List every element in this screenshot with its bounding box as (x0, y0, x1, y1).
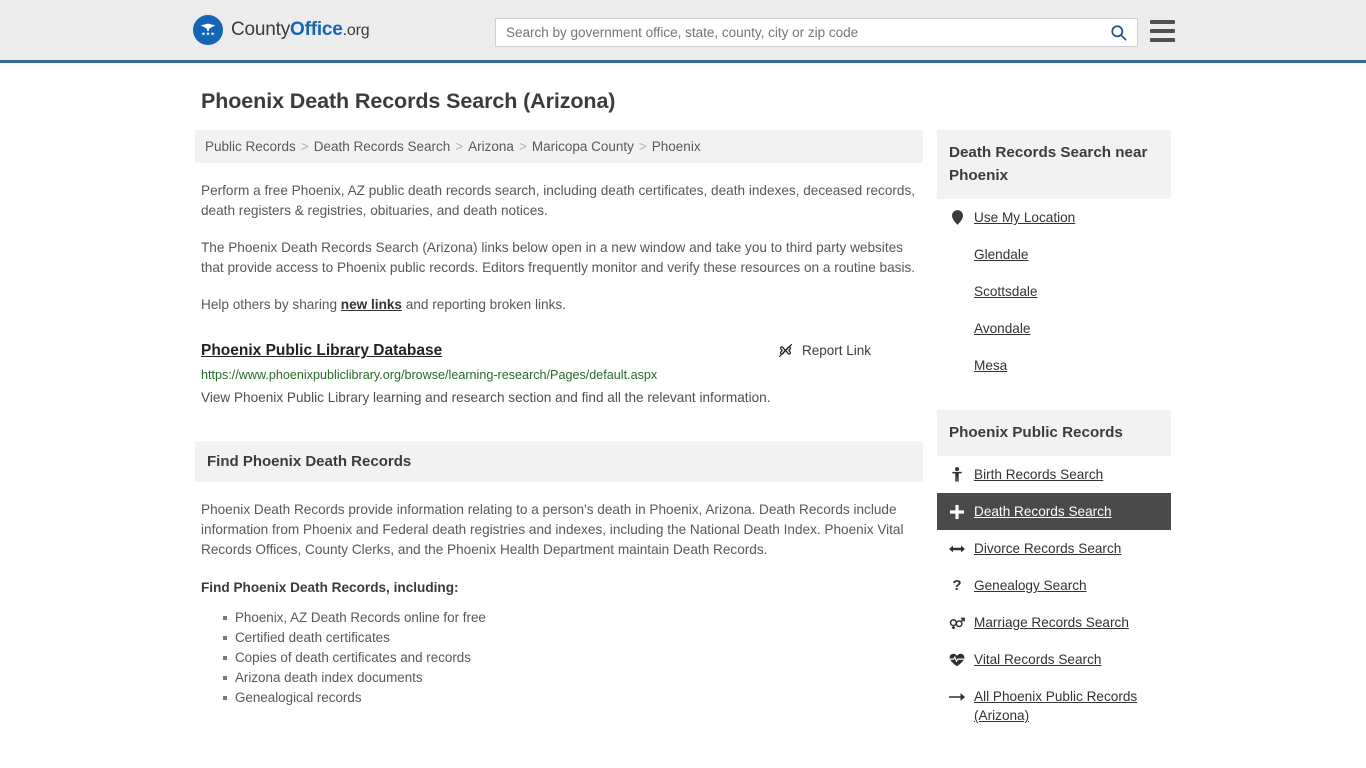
sidebar: Death Records Search near Phoenix Use My… (937, 130, 1171, 742)
sidebar-item-scottsdale[interactable]: Scottsdale (937, 273, 1171, 310)
sidebar-item-genealogy-search[interactable]: ? Genealogy Search (937, 567, 1171, 604)
list-item: Copies of death certificates and records (223, 648, 917, 668)
list-item: Genealogical records (223, 688, 917, 708)
main-column: Public Records > Death Records Search > Ariz… (195, 130, 923, 742)
breadcrumb-item-arizona[interactable]: Arizona (468, 139, 514, 154)
blank-icon-slot (949, 356, 965, 375)
sidebar-item-marriage-records-search[interactable]: Marriage Records Search (937, 604, 1171, 641)
hamburger-bar (1150, 20, 1175, 24)
sidebar-item-label: Genealogy Search (974, 578, 1087, 593)
breadcrumb-item-public-records[interactable]: Public Records (205, 139, 296, 154)
breadcrumb-item-maricopa-county[interactable]: Maricopa County (532, 139, 634, 154)
sidebar-item-label: Use My Location (974, 210, 1076, 225)
new-links-link[interactable]: new links (341, 297, 402, 312)
sidebar-item-avondale[interactable]: Avondale (937, 310, 1171, 347)
find-records-paragraph: Phoenix Death Records provide informatio… (201, 502, 904, 557)
public-records-heading: Phoenix Public Records (937, 410, 1171, 456)
find-records-body: Phoenix Death Records provide informatio… (195, 500, 923, 708)
find-records-panel: Find Phoenix Death Records Phoenix Death… (195, 441, 923, 708)
breadcrumb-item-death-records-search[interactable]: Death Records Search (314, 139, 451, 154)
find-records-subheading: Find Phoenix Death Records, including: (201, 580, 459, 595)
brand-part-org: .org (342, 22, 370, 39)
sidebar-item-label: All Phoenix Public Records (Arizona) (974, 689, 1138, 723)
find-records-bullet-list: Phoenix, AZ Death Records online for fre… (201, 608, 917, 708)
result-url: https://www.phoenixpubliclibrary.org/bro… (201, 368, 658, 382)
brand-part-county: County (231, 19, 291, 40)
intro-paragraph-2: The Phoenix Death Records Search (Arizon… (201, 240, 916, 275)
eagle-shield-logo-icon (193, 15, 223, 45)
intro-paragraph-3: Help others by sharing new links and rep… (201, 295, 917, 315)
breadcrumb-item-phoenix[interactable]: Phoenix (652, 139, 701, 154)
breadcrumb-separator: > (518, 139, 527, 154)
sidebar-item-label: Mesa (974, 358, 1008, 373)
result-title-link[interactable]: Phoenix Public Library Database (201, 342, 442, 360)
list-item: Arizona death index documents (223, 668, 917, 688)
heart-pulse-icon (949, 650, 965, 669)
breadcrumb-separator: > (455, 139, 464, 154)
public-records-box: Phoenix Public Records Birth Records Sea… (937, 410, 1171, 734)
hamburger-bar (1150, 38, 1175, 42)
search-icon (1110, 25, 1126, 41)
share-text-before: Help others by sharing (201, 297, 341, 312)
left-right-arrow-icon (949, 539, 965, 558)
search-button[interactable] (1099, 19, 1137, 46)
search-bar[interactable] (495, 18, 1138, 47)
sidebar-item-vital-records-search[interactable]: Vital Records Search (937, 641, 1171, 678)
brand-wordmark: CountyOffice.org (231, 19, 370, 41)
intro-paragraph-1: Perform a free Phoenix, AZ public death … (201, 183, 916, 218)
sidebar-item-use-my-location[interactable]: Use My Location (937, 199, 1171, 236)
sidebar-item-birth-records-search[interactable]: Birth Records Search (937, 456, 1171, 493)
list-item: Certified death certificates (223, 628, 917, 648)
content-container: Phoenix Death Records Search (Arizona) P… (195, 89, 1171, 742)
map-pin-icon (949, 208, 965, 227)
hamburger-menu-icon[interactable] (1150, 20, 1175, 42)
brand-part-office: Office (290, 19, 343, 40)
venus-mars-icon (949, 613, 965, 632)
breadcrumb-separator: > (300, 139, 309, 154)
hamburger-bar (1150, 29, 1175, 33)
search-input[interactable] (496, 19, 1099, 46)
cross-plus-icon (949, 502, 965, 521)
site-logo-link[interactable]: CountyOffice.org (193, 15, 370, 45)
find-records-heading: Find Phoenix Death Records (195, 441, 923, 482)
sidebar-item-label: Marriage Records Search (974, 615, 1129, 630)
sidebar-item-label: Birth Records Search (974, 467, 1104, 482)
nearby-search-heading: Death Records Search near Phoenix (937, 130, 1171, 199)
nearby-search-box: Death Records Search near Phoenix Use My… (937, 130, 1171, 384)
report-link-label: Report Link (801, 343, 871, 358)
page-body: Phoenix Death Records Search (Arizona) P… (0, 89, 1366, 742)
arrow-right-icon (949, 687, 965, 706)
broken-link-icon (778, 343, 793, 358)
public-records-list: Birth Records Search Death Records Searc… (937, 456, 1171, 734)
breadcrumb-separator: > (638, 139, 647, 154)
intro-text: Perform a free Phoenix, AZ public death … (195, 181, 923, 315)
blank-icon-slot (949, 245, 965, 264)
sidebar-item-divorce-records-search[interactable]: Divorce Records Search (937, 530, 1171, 567)
sidebar-item-mesa[interactable]: Mesa (937, 347, 1171, 384)
sidebar-item-label: Avondale (974, 321, 1031, 336)
sidebar-item-label: Scottsdale (974, 284, 1038, 299)
nearby-search-list: Use My Location Glendale Scottsdale Avon… (937, 199, 1171, 384)
baby-icon (949, 465, 965, 484)
result-description: View Phoenix Public Library learning and… (201, 390, 771, 405)
sidebar-item-all-phoenix-public-records[interactable]: All Phoenix Public Records (Arizona) (937, 678, 1171, 734)
sidebar-item-glendale[interactable]: Glendale (937, 236, 1171, 273)
breadcrumb: Public Records > Death Records Search > Ariz… (195, 130, 923, 163)
result-header-row: Phoenix Public Library Database Report L… (201, 342, 917, 360)
question-mark-icon: ? (952, 577, 962, 594)
columns: Public Records > Death Records Search > Ariz… (195, 130, 1171, 742)
result-entry: Phoenix Public Library Database Report L… (195, 342, 923, 407)
sidebar-item-label: Divorce Records Search (974, 541, 1122, 556)
blank-icon-slot (949, 319, 965, 338)
sidebar-item-label: Vital Records Search (974, 652, 1102, 667)
site-header: CountyOffice.org (0, 0, 1366, 63)
share-text-after: and reporting broken links. (402, 297, 566, 312)
sidebar-item-label: Death Records Search (974, 504, 1112, 519)
list-item: Phoenix, AZ Death Records online for fre… (223, 608, 917, 628)
report-link-button[interactable]: Report Link (777, 342, 871, 359)
sidebar-item-label: Glendale (974, 247, 1029, 262)
blank-icon-slot (949, 282, 965, 301)
page-title: Phoenix Death Records Search (Arizona) (201, 89, 616, 113)
sidebar-item-death-records-search[interactable]: Death Records Search (937, 493, 1171, 530)
